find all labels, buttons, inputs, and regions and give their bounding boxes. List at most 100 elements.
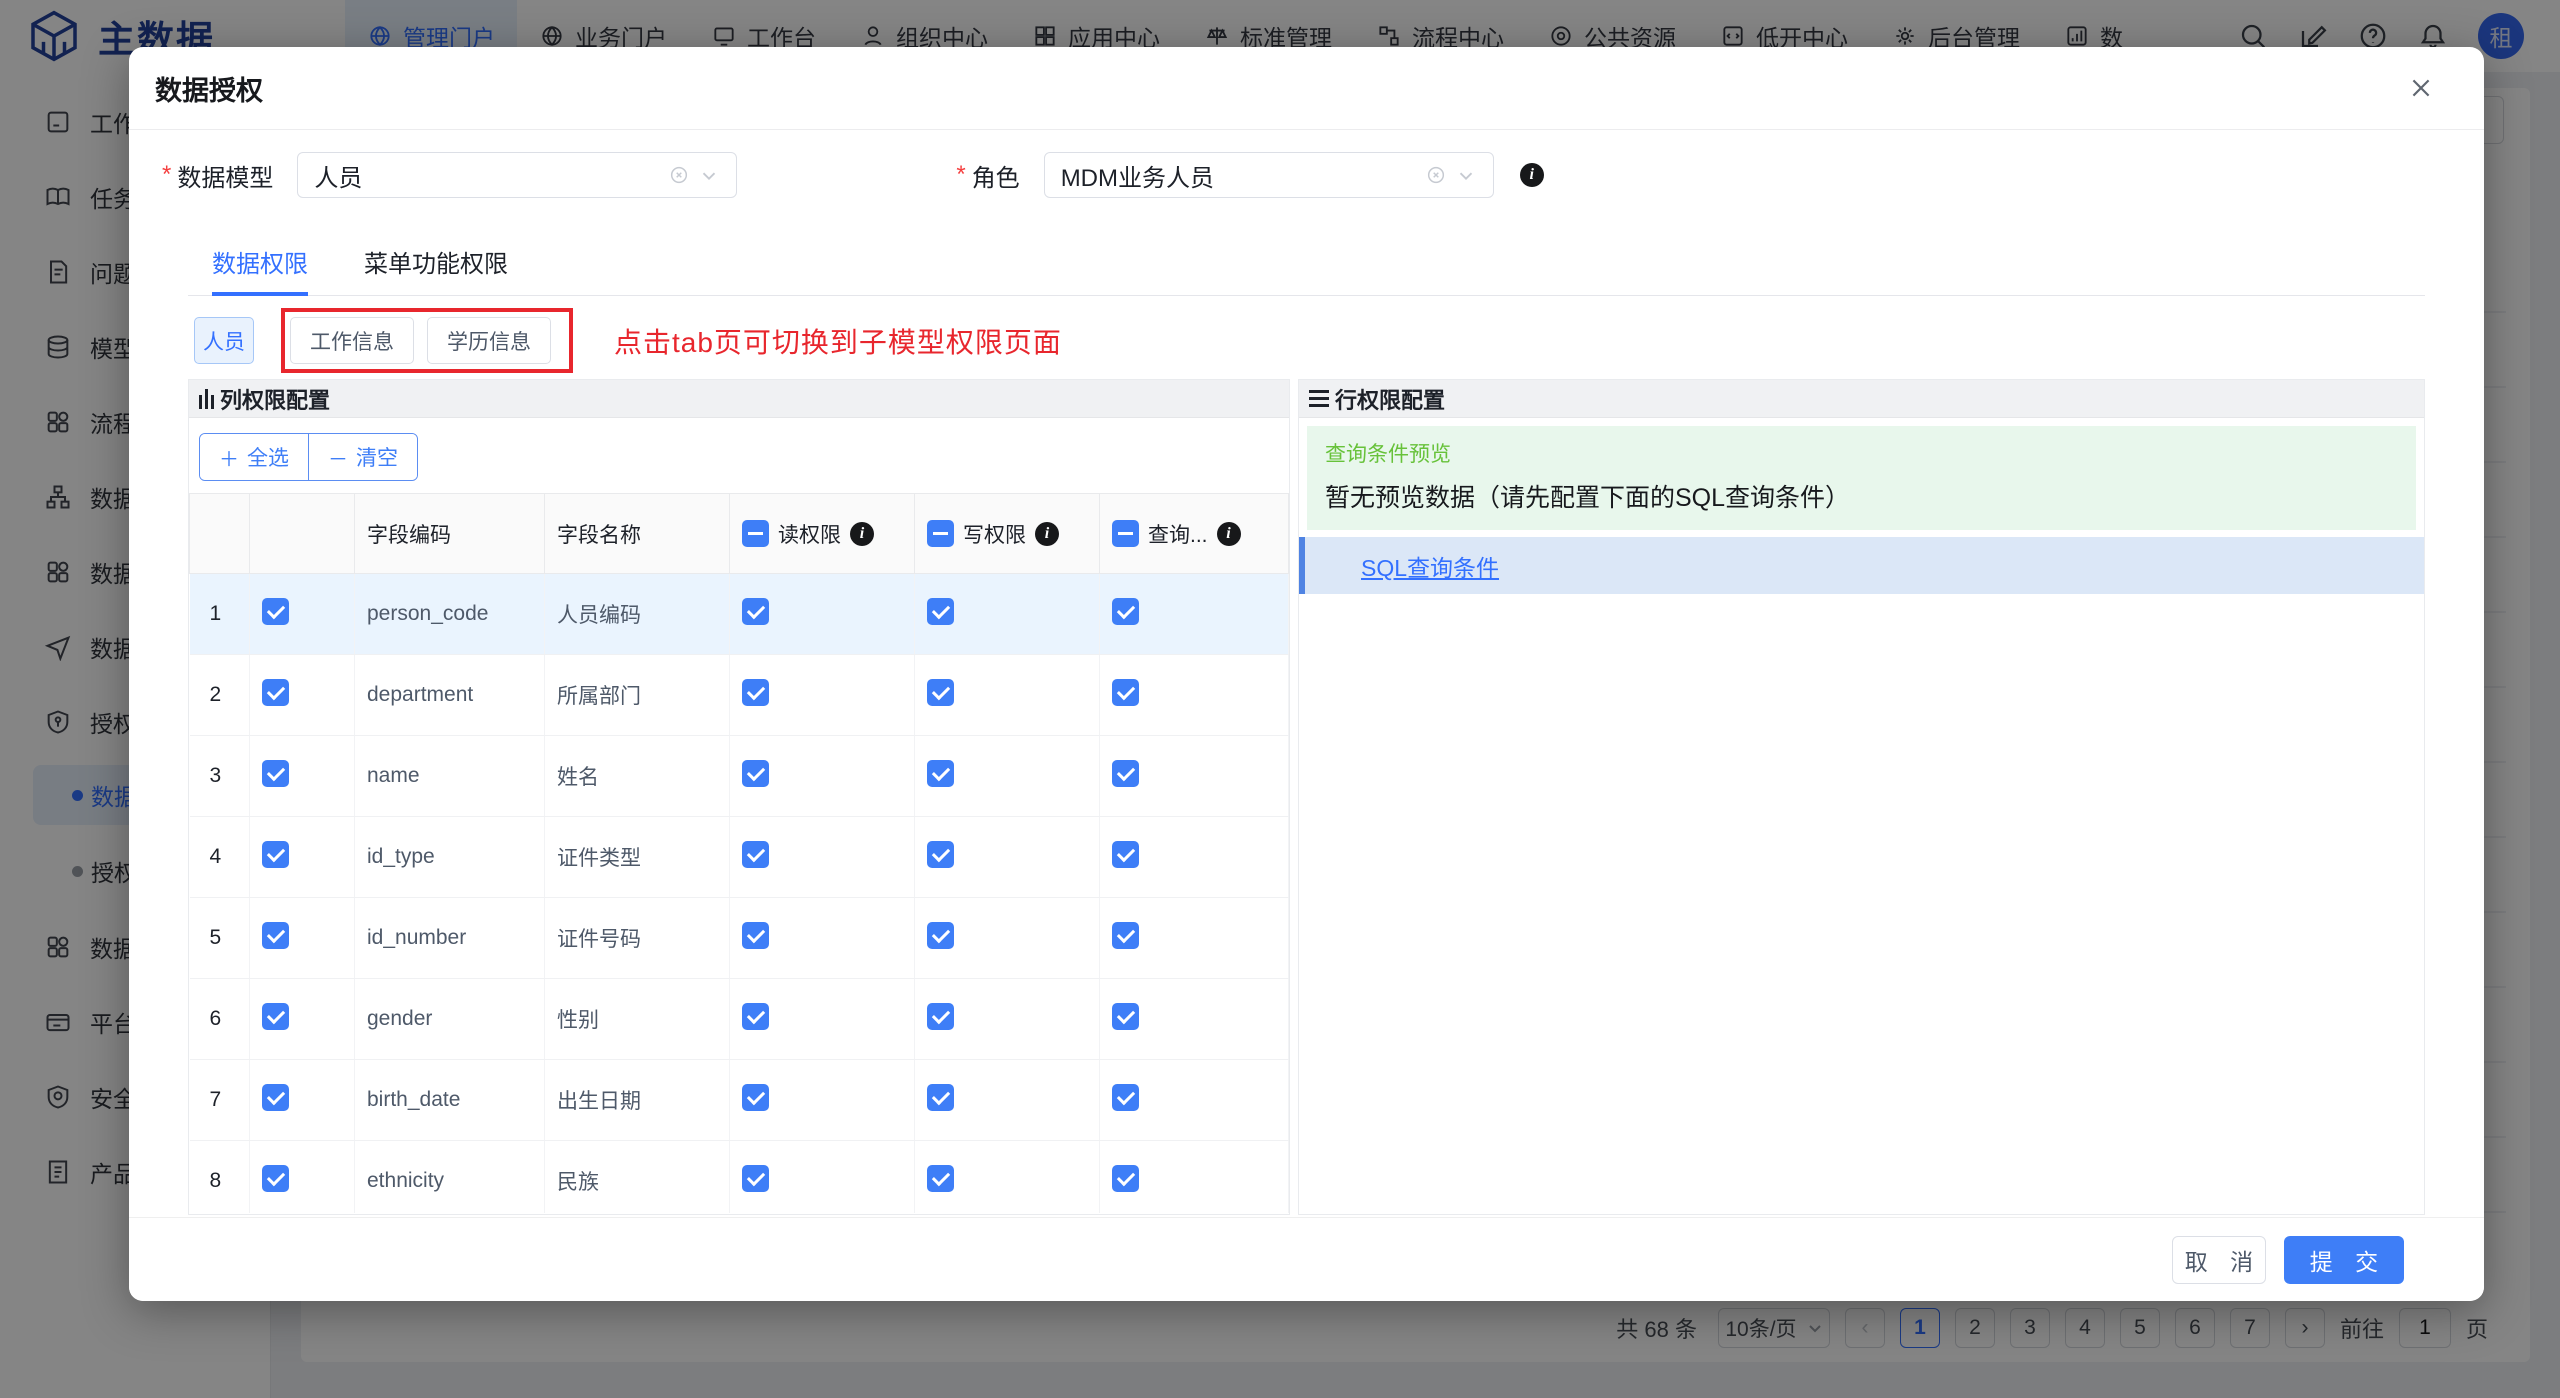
read-permission-checkbox[interactable] bbox=[742, 1165, 769, 1192]
read-select-all-checkbox[interactable] bbox=[742, 520, 769, 547]
write-select-all-checkbox[interactable] bbox=[927, 520, 954, 547]
table-row[interactable]: 2 department 所属部门 bbox=[190, 655, 1289, 736]
role-select[interactable]: MDM业务人员 bbox=[1044, 152, 1494, 198]
query-permission-checkbox[interactable] bbox=[1112, 598, 1139, 625]
read-header-label: 读权限 bbox=[778, 519, 841, 549]
write-permission-checkbox[interactable] bbox=[927, 1165, 954, 1192]
row-select-checkbox[interactable] bbox=[262, 760, 289, 787]
query-permission-checkbox[interactable] bbox=[1112, 679, 1139, 706]
query-permission-checkbox[interactable] bbox=[1112, 922, 1139, 949]
read-permission-checkbox[interactable] bbox=[742, 841, 769, 868]
row-select-checkbox[interactable] bbox=[262, 1003, 289, 1030]
field-name-cell: 姓名 bbox=[545, 736, 730, 817]
write-header-label: 写权限 bbox=[963, 519, 1026, 549]
write-permission-checkbox[interactable] bbox=[927, 598, 954, 625]
field-code-cell: department bbox=[355, 655, 545, 736]
clear-all-button[interactable]: 清空 bbox=[308, 434, 417, 480]
read-permission-header: 读权限 bbox=[730, 494, 915, 574]
rows-icon bbox=[1309, 390, 1329, 407]
read-permission-checkbox[interactable] bbox=[742, 598, 769, 625]
table-row[interactable]: 6 gender 性别 bbox=[190, 979, 1289, 1060]
row-select-checkbox[interactable] bbox=[262, 679, 289, 706]
field-name-cell: 证件号码 bbox=[545, 898, 730, 979]
close-icon[interactable] bbox=[2404, 71, 2438, 105]
role-label: 角色 bbox=[972, 158, 1020, 193]
query-permission-checkbox[interactable] bbox=[1112, 1084, 1139, 1111]
field-code-cell: person_code bbox=[355, 574, 545, 655]
required-asterisk: * bbox=[956, 161, 965, 189]
field-name-cell: 出生日期 bbox=[545, 1060, 730, 1141]
row-select-checkbox[interactable] bbox=[262, 841, 289, 868]
read-permission-checkbox[interactable] bbox=[742, 922, 769, 949]
read-permission-checkbox[interactable] bbox=[742, 1003, 769, 1030]
columns-icon bbox=[199, 389, 214, 409]
chevron-down-icon bbox=[698, 164, 720, 186]
row-select-checkbox[interactable] bbox=[262, 922, 289, 949]
required-asterisk: * bbox=[162, 161, 171, 189]
select-all-label: 全选 bbox=[247, 442, 289, 472]
cancel-button[interactable]: 取 消 bbox=[2172, 1236, 2266, 1284]
row-panel-title: 行权限配置 bbox=[1335, 383, 1445, 415]
query-permission-checkbox[interactable] bbox=[1112, 1165, 1139, 1192]
row-index: 8 bbox=[190, 1141, 250, 1214]
read-permission-checkbox[interactable] bbox=[742, 679, 769, 706]
clear-icon[interactable] bbox=[1425, 164, 1447, 186]
role-value: MDM业务人员 bbox=[1061, 158, 1425, 193]
write-permission-checkbox[interactable] bbox=[927, 1003, 954, 1030]
tab-data-permission[interactable]: 数据权限 bbox=[212, 244, 308, 295]
subtab-work-info[interactable]: 工作信息 bbox=[290, 317, 414, 364]
write-permission-checkbox[interactable] bbox=[927, 679, 954, 706]
role-info-icon[interactable] bbox=[1520, 163, 1544, 187]
query-permission-checkbox[interactable] bbox=[1112, 760, 1139, 787]
query-select-all-checkbox[interactable] bbox=[1112, 520, 1139, 547]
row-panel-body: 查询条件预览 暂无预览数据（请先配置下面的SQL查询条件） SQL查询条件 bbox=[1299, 418, 2424, 602]
modal-tabs: 数据权限 菜单功能权限 bbox=[188, 244, 2425, 296]
row-select-checkbox[interactable] bbox=[262, 1165, 289, 1192]
select-column-header bbox=[250, 494, 355, 574]
column-panel-header: 列权限配置 bbox=[189, 380, 1289, 418]
table-row[interactable]: 7 birth_date 出生日期 bbox=[190, 1060, 1289, 1141]
clear-icon[interactable] bbox=[668, 164, 690, 186]
permission-table-container[interactable]: 字段编码 字段名称 读权限 写权限 查询... bbox=[189, 493, 1289, 1213]
query-permission-checkbox[interactable] bbox=[1112, 841, 1139, 868]
table-row[interactable]: 3 name 姓名 bbox=[190, 736, 1289, 817]
sql-condition-link[interactable]: SQL查询条件 bbox=[1361, 549, 1499, 583]
select-all-button[interactable]: 全选 bbox=[200, 434, 308, 480]
table-row[interactable]: 1 person_code 人员编码 bbox=[190, 574, 1289, 655]
row-index: 5 bbox=[190, 898, 250, 979]
row-index: 3 bbox=[190, 736, 250, 817]
data-model-select[interactable]: 人员 bbox=[297, 152, 737, 198]
field-code-cell: name bbox=[355, 736, 545, 817]
read-info-icon[interactable] bbox=[850, 522, 874, 546]
subtab-person[interactable]: 人员 bbox=[194, 317, 254, 364]
data-model-label: 数据模型 bbox=[177, 158, 273, 193]
subtab-education-info[interactable]: 学历信息 bbox=[427, 317, 551, 364]
column-panel-toolbar: 全选 清空 bbox=[189, 418, 1289, 493]
tab-menu-function-permission[interactable]: 菜单功能权限 bbox=[364, 244, 508, 295]
read-permission-checkbox[interactable] bbox=[742, 760, 769, 787]
table-row[interactable]: 8 ethnicity 民族 bbox=[190, 1141, 1289, 1214]
table-row[interactable]: 5 id_number 证件号码 bbox=[190, 898, 1289, 979]
form-row: * 数据模型 人员 * 角色 MDM业务人员 bbox=[162, 152, 2425, 198]
field-code-cell: gender bbox=[355, 979, 545, 1060]
write-info-icon[interactable] bbox=[1035, 522, 1059, 546]
role-field-group: * 角色 MDM业务人员 bbox=[956, 152, 1543, 198]
screen: 主数据 管理门户 业务门户 工作台 组织中心 应用中心 bbox=[0, 0, 2560, 1398]
modal-footer: 取 消 提 交 bbox=[129, 1217, 2484, 1301]
row-select-checkbox[interactable] bbox=[262, 1084, 289, 1111]
query-info-icon[interactable] bbox=[1217, 522, 1241, 546]
query-permission-checkbox[interactable] bbox=[1112, 1003, 1139, 1030]
write-permission-checkbox[interactable] bbox=[927, 922, 954, 949]
submit-button[interactable]: 提 交 bbox=[2284, 1236, 2404, 1284]
row-index: 6 bbox=[190, 979, 250, 1060]
read-permission-checkbox[interactable] bbox=[742, 1084, 769, 1111]
table-row[interactable]: 4 id_type 证件类型 bbox=[190, 817, 1289, 898]
data-model-value: 人员 bbox=[314, 158, 668, 193]
query-preview-empty-text: 暂无预览数据（请先配置下面的SQL查询条件） bbox=[1325, 478, 2398, 514]
row-select-checkbox[interactable] bbox=[262, 598, 289, 625]
write-permission-checkbox[interactable] bbox=[927, 1084, 954, 1111]
write-permission-checkbox[interactable] bbox=[927, 760, 954, 787]
field-code-cell: id_number bbox=[355, 898, 545, 979]
column-permission-panel: 列权限配置 全选 清空 bbox=[188, 379, 1290, 1215]
write-permission-checkbox[interactable] bbox=[927, 841, 954, 868]
